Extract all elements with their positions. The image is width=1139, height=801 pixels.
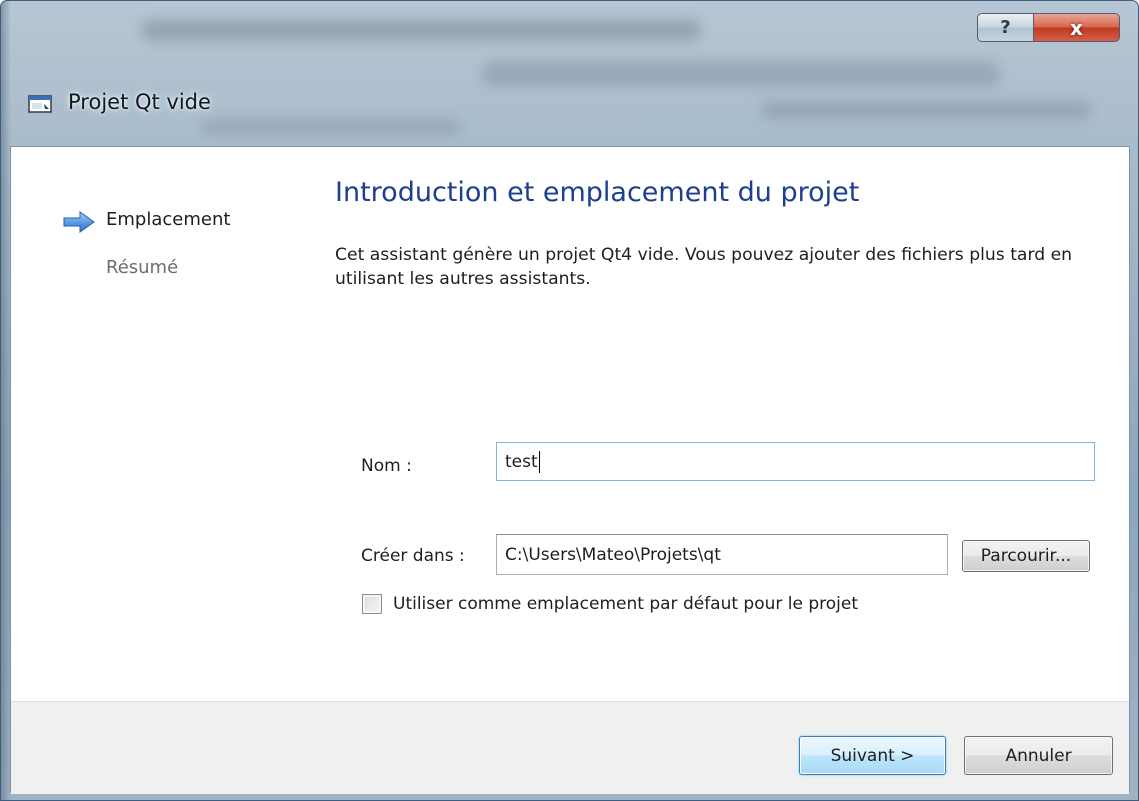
page-description: Cet assistant génère un projet Qt4 vide.… — [335, 245, 1073, 289]
location-input[interactable]: C:\Users\Mateo\Projets\qt — [496, 534, 948, 575]
step-emplacement: Emplacement — [106, 209, 231, 230]
arrow-right-icon — [63, 211, 95, 233]
name-input-value: test — [505, 451, 538, 472]
close-icon: x — [1070, 15, 1083, 40]
name-label: Nom : — [361, 456, 412, 476]
glass-background — [761, 101, 1091, 119]
text-caret — [538, 450, 540, 473]
help-icon: ? — [1000, 17, 1011, 38]
default-location-option[interactable]: Utiliser comme emplacement par défaut po… — [362, 594, 858, 614]
step-resume: Résumé — [106, 257, 179, 278]
wizard-window: ? x Projet Qt vide Emplacement Résumé In… — [0, 0, 1139, 801]
window-title: Projet Qt vide — [68, 90, 211, 114]
button-bar: Suivant > Annuler — [11, 701, 1129, 794]
wizard-client-area: Emplacement Résumé Introduction et empla… — [10, 146, 1130, 794]
glass-background — [481, 61, 1001, 87]
next-button[interactable]: Suivant > — [799, 736, 946, 775]
window-app-icon — [28, 95, 52, 113]
glass-background — [141, 19, 701, 41]
default-location-checkbox-label[interactable]: Utiliser comme emplacement par défaut po… — [393, 594, 858, 614]
name-input[interactable]: test — [496, 442, 1095, 481]
close-button[interactable]: x — [1034, 13, 1120, 42]
glass-background — [201, 119, 461, 135]
default-location-checkbox[interactable] — [362, 594, 382, 614]
help-button[interactable]: ? — [977, 13, 1034, 42]
browse-button[interactable]: Parcourir... — [962, 540, 1090, 572]
caption-buttons: ? x — [977, 13, 1120, 42]
page-title: Introduction et emplacement du projet — [335, 177, 860, 208]
location-label: Créer dans : — [361, 546, 465, 566]
cancel-button[interactable]: Annuler — [964, 736, 1113, 775]
wizard-steps: Emplacement Résumé — [11, 147, 311, 791]
location-input-value: C:\Users\Mateo\Projets\qt — [505, 544, 721, 565]
